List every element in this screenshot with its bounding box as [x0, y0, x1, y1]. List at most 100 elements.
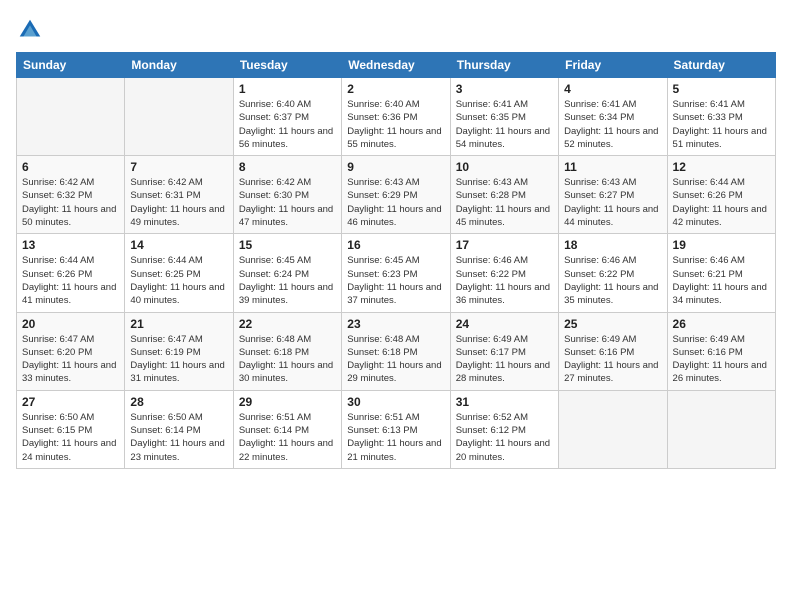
header-row: SundayMondayTuesdayWednesdayThursdayFrid…	[17, 53, 776, 78]
day-info: Sunrise: 6:46 AMSunset: 6:22 PMDaylight:…	[564, 254, 661, 307]
day-header-monday: Monday	[125, 53, 233, 78]
logo	[16, 16, 48, 44]
page-header	[16, 16, 776, 44]
day-number: 23	[347, 317, 444, 331]
calendar-cell: 24Sunrise: 6:49 AMSunset: 6:17 PMDayligh…	[450, 312, 558, 390]
day-header-tuesday: Tuesday	[233, 53, 341, 78]
calendar-cell: 29Sunrise: 6:51 AMSunset: 6:14 PMDayligh…	[233, 390, 341, 468]
day-number: 8	[239, 160, 336, 174]
day-info: Sunrise: 6:43 AMSunset: 6:29 PMDaylight:…	[347, 176, 444, 229]
calendar-cell: 26 Sunrise: 6:49 AMSunset: 6:16 PMDayligh…	[667, 312, 775, 390]
day-info: Sunrise: 6:47 AMSunset: 6:19 PMDaylight:…	[130, 333, 227, 386]
day-number: 4	[564, 82, 661, 96]
day-info: Sunrise: 6:51 AMSunset: 6:14 PMDaylight:…	[239, 411, 336, 464]
day-info: Sunrise: 6:43 AMSunset: 6:28 PMDaylight:…	[456, 176, 553, 229]
calendar-cell: 1 Sunrise: 6:40 AMSunset: 6:37 PMDaylight…	[233, 78, 341, 156]
day-number: 6	[22, 160, 119, 174]
calendar-cell: 18Sunrise: 6:46 AMSunset: 6:22 PMDayligh…	[559, 234, 667, 312]
day-number: 12	[673, 160, 770, 174]
day-number: 25	[564, 317, 661, 331]
day-info: Sunrise: 6:41 AMSunset: 6:34 PMDaylight:…	[564, 98, 661, 151]
day-info: Sunrise: 6:44 AMSunset: 6:26 PMDaylight:…	[673, 176, 770, 229]
day-info: Sunrise: 6:51 AMSunset: 6:13 PMDaylight:…	[347, 411, 444, 464]
calendar-cell: 19 Sunrise: 6:46 AMSunset: 6:21 PMDayligh…	[667, 234, 775, 312]
day-info: Sunrise: 6:42 AMSunset: 6:31 PMDaylight:…	[130, 176, 227, 229]
day-number: 7	[130, 160, 227, 174]
day-info: Sunrise: 6:45 AMSunset: 6:23 PMDaylight:…	[347, 254, 444, 307]
day-info: Sunrise: 6:48 AMSunset: 6:18 PMDaylight:…	[239, 333, 336, 386]
calendar-cell: 22 Sunrise: 6:48 AMSunset: 6:18 PMDayligh…	[233, 312, 341, 390]
day-info: Sunrise: 6:41 AMSunset: 6:35 PMDaylight:…	[456, 98, 553, 151]
calendar-cell: 28 Sunrise: 6:50 AMSunset: 6:14 PMDayligh…	[125, 390, 233, 468]
calendar-cell: 17Sunrise: 6:46 AMSunset: 6:22 PMDayligh…	[450, 234, 558, 312]
calendar-cell: 27 Sunrise: 6:50 AMSunset: 6:15 PMDayligh…	[17, 390, 125, 468]
calendar-cell	[559, 390, 667, 468]
calendar-cell: 12 Sunrise: 6:44 AMSunset: 6:26 PMDayligh…	[667, 156, 775, 234]
day-info: Sunrise: 6:44 AMSunset: 6:25 PMDaylight:…	[130, 254, 227, 307]
calendar-cell: 2 Sunrise: 6:40 AMSunset: 6:36 PMDaylight…	[342, 78, 450, 156]
calendar-cell: 10 Sunrise: 6:43 AMSunset: 6:28 PMDayligh…	[450, 156, 558, 234]
day-number: 5	[673, 82, 770, 96]
calendar-cell: 14 Sunrise: 6:44 AMSunset: 6:25 PMDayligh…	[125, 234, 233, 312]
day-number: 28	[130, 395, 227, 409]
calendar-cell: 4 Sunrise: 6:41 AMSunset: 6:34 PMDaylight…	[559, 78, 667, 156]
day-info: Sunrise: 6:42 AMSunset: 6:32 PMDaylight:…	[22, 176, 119, 229]
calendar-week-1: 1 Sunrise: 6:40 AMSunset: 6:37 PMDaylight…	[17, 78, 776, 156]
day-info: Sunrise: 6:49 AMSunset: 6:16 PMDaylight:…	[673, 333, 770, 386]
day-number: 24	[456, 317, 553, 331]
day-info: Sunrise: 6:52 AMSunset: 6:12 PMDaylight:…	[456, 411, 553, 464]
calendar-body: 1 Sunrise: 6:40 AMSunset: 6:37 PMDaylight…	[17, 78, 776, 469]
calendar-cell: 11 Sunrise: 6:43 AMSunset: 6:27 PMDayligh…	[559, 156, 667, 234]
calendar-cell	[17, 78, 125, 156]
day-info: Sunrise: 6:50 AMSunset: 6:15 PMDaylight:…	[22, 411, 119, 464]
day-info: Sunrise: 6:40 AMSunset: 6:37 PMDaylight:…	[239, 98, 336, 151]
day-number: 22	[239, 317, 336, 331]
day-info: Sunrise: 6:45 AMSunset: 6:24 PMDaylight:…	[239, 254, 336, 307]
day-number: 10	[456, 160, 553, 174]
calendar-cell: 8Sunrise: 6:42 AMSunset: 6:30 PMDaylight…	[233, 156, 341, 234]
day-info: Sunrise: 6:47 AMSunset: 6:20 PMDaylight:…	[22, 333, 119, 386]
calendar-cell: 20 Sunrise: 6:47 AMSunset: 6:20 PMDayligh…	[17, 312, 125, 390]
calendar-header: SundayMondayTuesdayWednesdayThursdayFrid…	[17, 53, 776, 78]
day-number: 1	[239, 82, 336, 96]
day-info: Sunrise: 6:48 AMSunset: 6:18 PMDaylight:…	[347, 333, 444, 386]
day-number: 21	[130, 317, 227, 331]
calendar-cell: 15Sunrise: 6:45 AMSunset: 6:24 PMDayligh…	[233, 234, 341, 312]
day-header-thursday: Thursday	[450, 53, 558, 78]
calendar-cell: 16Sunrise: 6:45 AMSunset: 6:23 PMDayligh…	[342, 234, 450, 312]
day-info: Sunrise: 6:43 AMSunset: 6:27 PMDaylight:…	[564, 176, 661, 229]
day-number: 19	[673, 238, 770, 252]
day-number: 3	[456, 82, 553, 96]
day-number: 26	[673, 317, 770, 331]
day-info: Sunrise: 6:50 AMSunset: 6:14 PMDaylight:…	[130, 411, 227, 464]
logo-icon	[16, 16, 44, 44]
calendar-table: SundayMondayTuesdayWednesdayThursdayFrid…	[16, 52, 776, 469]
day-number: 30	[347, 395, 444, 409]
day-number: 14	[130, 238, 227, 252]
calendar-cell: 5 Sunrise: 6:41 AMSunset: 6:33 PMDaylight…	[667, 78, 775, 156]
day-number: 13	[22, 238, 119, 252]
day-number: 11	[564, 160, 661, 174]
day-info: Sunrise: 6:46 AMSunset: 6:21 PMDaylight:…	[673, 254, 770, 307]
day-number: 27	[22, 395, 119, 409]
calendar-week-4: 20 Sunrise: 6:47 AMSunset: 6:20 PMDayligh…	[17, 312, 776, 390]
day-info: Sunrise: 6:49 AMSunset: 6:16 PMDaylight:…	[564, 333, 661, 386]
day-info: Sunrise: 6:44 AMSunset: 6:26 PMDaylight:…	[22, 254, 119, 307]
calendar-cell: 3 Sunrise: 6:41 AMSunset: 6:35 PMDaylight…	[450, 78, 558, 156]
calendar-cell: 30 Sunrise: 6:51 AMSunset: 6:13 PMDayligh…	[342, 390, 450, 468]
calendar-cell: 13 Sunrise: 6:44 AMSunset: 6:26 PMDayligh…	[17, 234, 125, 312]
calendar-cell: 6 Sunrise: 6:42 AMSunset: 6:32 PMDaylight…	[17, 156, 125, 234]
day-header-saturday: Saturday	[667, 53, 775, 78]
day-header-sunday: Sunday	[17, 53, 125, 78]
calendar-week-5: 27 Sunrise: 6:50 AMSunset: 6:15 PMDayligh…	[17, 390, 776, 468]
day-number: 20	[22, 317, 119, 331]
day-header-friday: Friday	[559, 53, 667, 78]
day-info: Sunrise: 6:40 AMSunset: 6:36 PMDaylight:…	[347, 98, 444, 151]
day-info: Sunrise: 6:46 AMSunset: 6:22 PMDaylight:…	[456, 254, 553, 307]
day-number: 2	[347, 82, 444, 96]
calendar-week-2: 6 Sunrise: 6:42 AMSunset: 6:32 PMDaylight…	[17, 156, 776, 234]
day-info: Sunrise: 6:41 AMSunset: 6:33 PMDaylight:…	[673, 98, 770, 151]
calendar-cell: 23 Sunrise: 6:48 AMSunset: 6:18 PMDayligh…	[342, 312, 450, 390]
calendar-cell: 9Sunrise: 6:43 AMSunset: 6:29 PMDaylight…	[342, 156, 450, 234]
calendar-week-3: 13 Sunrise: 6:44 AMSunset: 6:26 PMDayligh…	[17, 234, 776, 312]
